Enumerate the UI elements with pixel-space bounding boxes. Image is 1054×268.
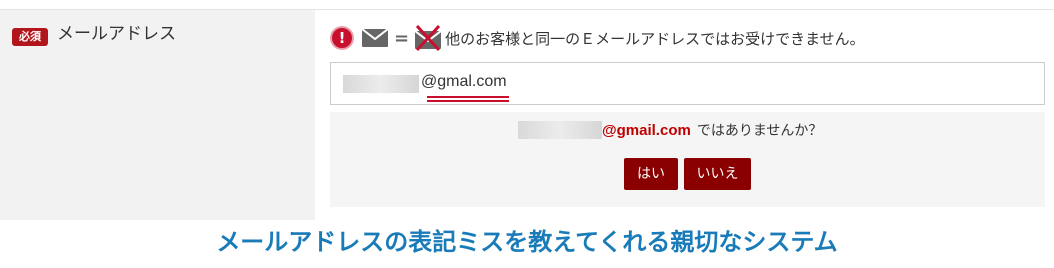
exclamation-circle-icon: ! xyxy=(330,26,354,50)
masked-username xyxy=(518,121,602,139)
suggested-domain: @gmail.com xyxy=(602,121,691,139)
email-field-label: メールアドレス xyxy=(57,24,176,44)
equals-sign: = xyxy=(394,27,410,49)
typo-underline xyxy=(427,96,509,102)
envelope-crossed-icon xyxy=(415,25,442,51)
envelope-icon xyxy=(362,29,388,47)
duplicate-email-notice-text: 他のお客様と同一のＥメールアドレスではお受けできません。 xyxy=(445,29,865,48)
email-suggestion-box: @gmail.com ではありませんか？ はい いいえ xyxy=(330,112,1045,207)
field-label-column: 必須 メールアドレス xyxy=(0,10,315,220)
no-button[interactable]: いいえ xyxy=(684,158,751,190)
top-divider xyxy=(0,0,1054,10)
caption-banner: メールアドレスの表記ミスを教えてくれる親切なシステム xyxy=(0,224,1054,260)
masked-username xyxy=(343,75,419,93)
email-input-value: @gmal.com xyxy=(421,73,507,90)
required-badge: 必須 xyxy=(12,28,48,46)
yes-button[interactable]: はい xyxy=(624,158,678,190)
suggestion-question: ではありませんか？ xyxy=(696,123,823,139)
email-input[interactable]: @gmal.com xyxy=(330,62,1045,105)
duplicate-email-notice: ! = 他のお客様と同一のＥメールアドレスではお受けできません。 xyxy=(330,24,865,52)
suggestion-line: @gmail.com ではありませんか？ xyxy=(518,120,822,140)
caption-text: メールアドレスの表記ミスを教えてくれる親切なシステム xyxy=(216,228,838,256)
